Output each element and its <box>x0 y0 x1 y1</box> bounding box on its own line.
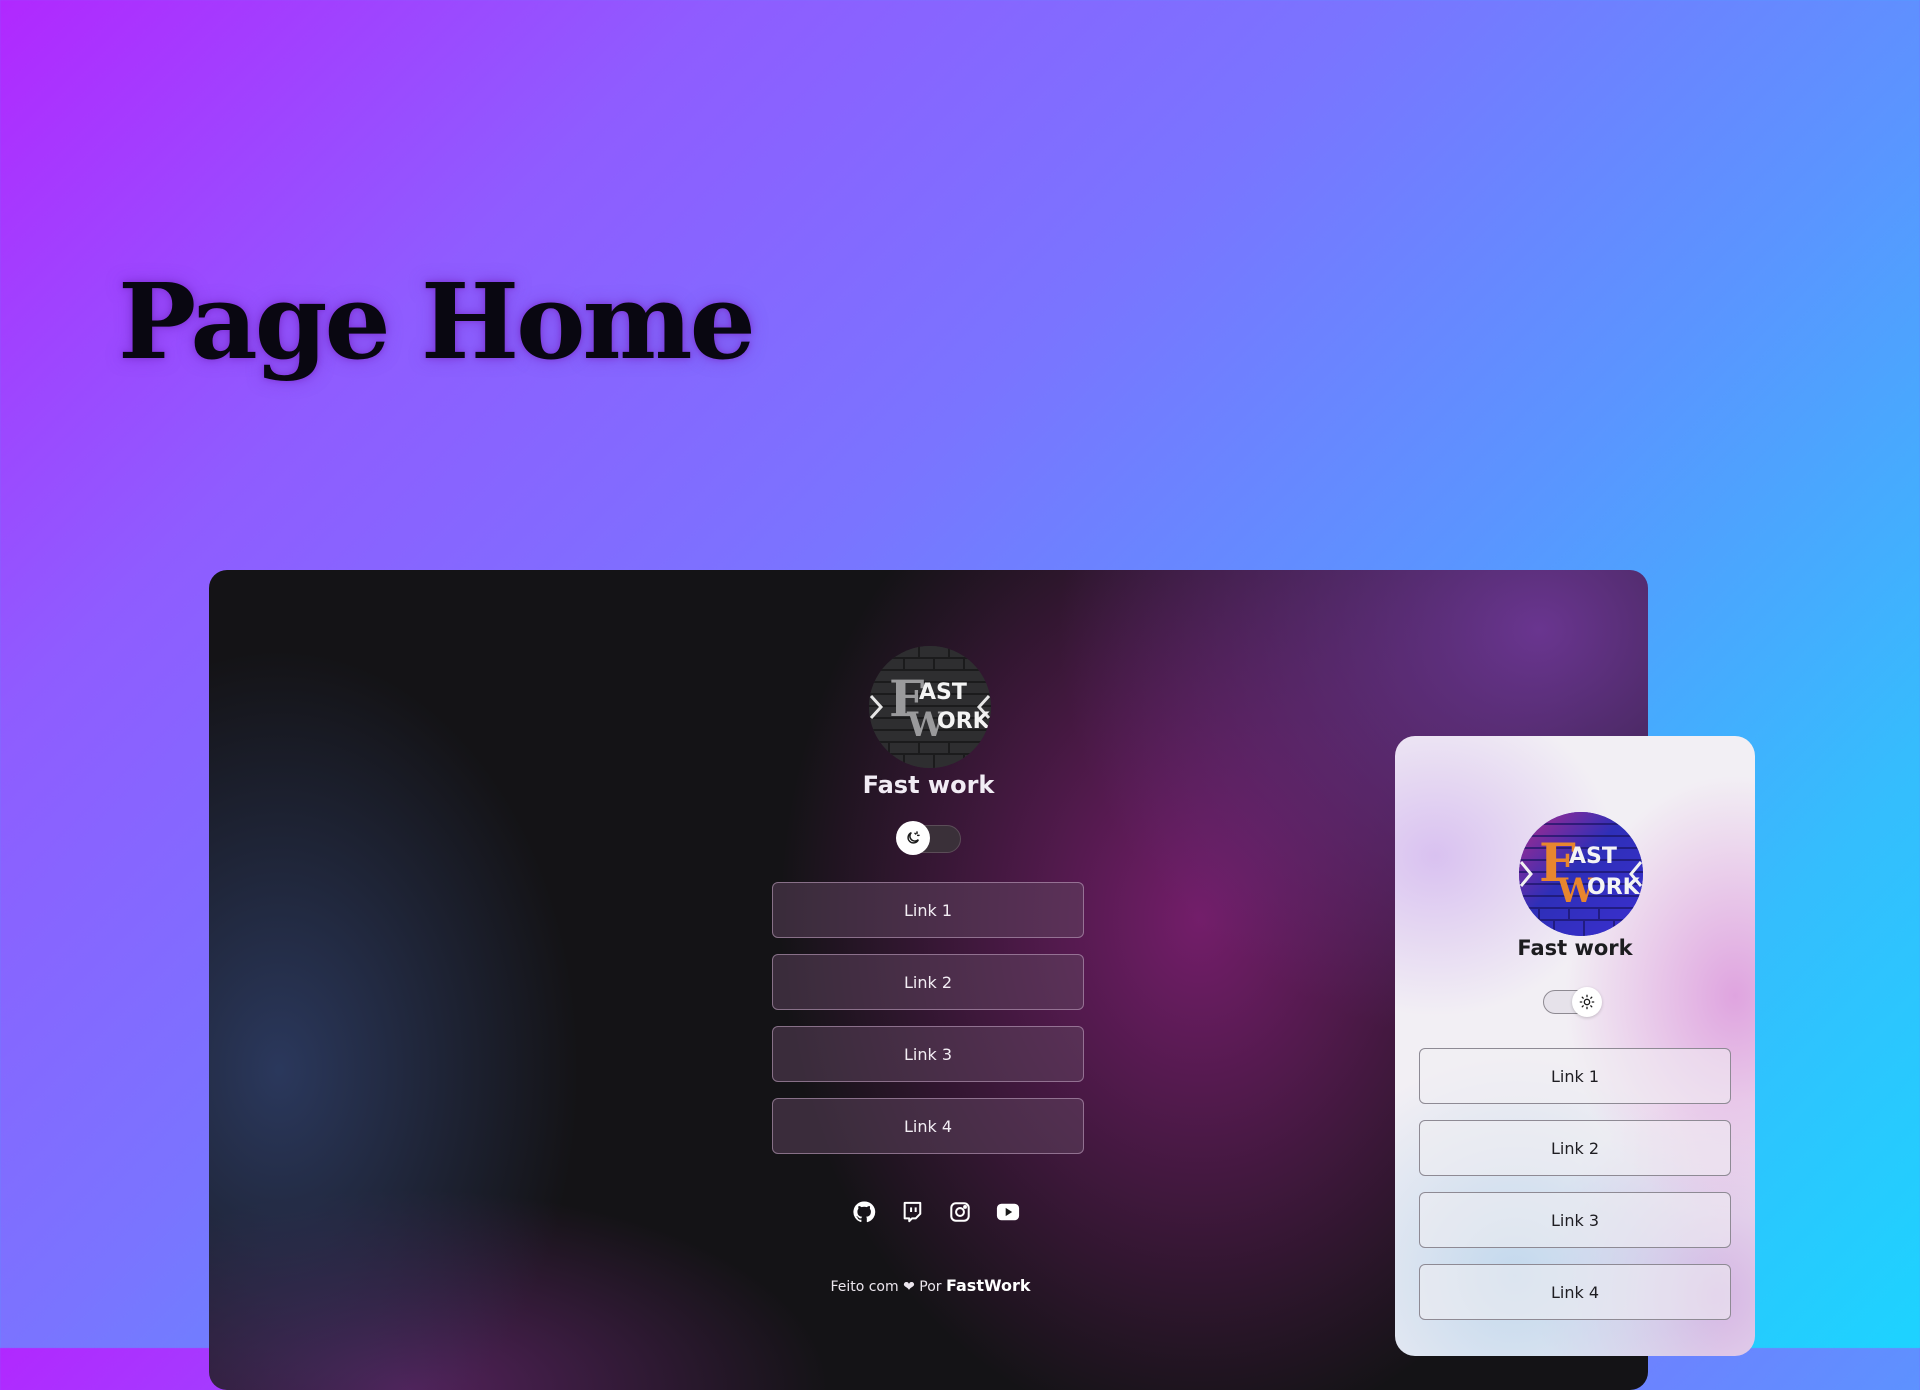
link-button-4[interactable]: Link 4 <box>1419 1264 1731 1320</box>
moon-icon <box>907 831 920 844</box>
footer-by: Por <box>919 1279 942 1295</box>
light-theme-preview: F AST W ORK Fast work Link 1 Link 2 Link… <box>1395 736 1755 1356</box>
link-button-1[interactable]: Link 1 <box>772 882 1084 938</box>
toggle-knob[interactable] <box>1572 987 1602 1017</box>
youtube-icon[interactable] <box>996 1200 1020 1224</box>
logo-text-bottom: ORK <box>937 709 990 734</box>
github-icon[interactable] <box>852 1200 876 1224</box>
heart-icon: ❤ <box>903 1279 915 1295</box>
link-button-3[interactable]: Link 3 <box>1419 1192 1731 1248</box>
link-button-4[interactable]: Link 4 <box>772 1098 1084 1154</box>
link-button-3[interactable]: Link 3 <box>772 1026 1084 1082</box>
instagram-icon[interactable] <box>948 1200 972 1224</box>
avatar: F AST W ORK <box>869 646 991 768</box>
logo-text-top: AST <box>919 680 967 705</box>
link-button-2[interactable]: Link 2 <box>1419 1120 1731 1176</box>
twitch-icon[interactable] <box>900 1200 924 1224</box>
logo-text-bottom: ORK <box>1587 875 1640 900</box>
link-button-2[interactable]: Link 2 <box>772 954 1084 1010</box>
toggle-knob[interactable] <box>896 821 930 855</box>
logo-text-top: AST <box>1569 844 1617 869</box>
theme-toggle[interactable] <box>1543 987 1602 1017</box>
sun-icon <box>1579 994 1595 1010</box>
footer-prefix: Feito com <box>830 1279 899 1295</box>
avatar: F AST W ORK <box>1519 812 1643 936</box>
theme-toggle[interactable] <box>896 821 961 855</box>
link-button-1[interactable]: Link 1 <box>1419 1048 1731 1104</box>
footer-brand-link[interactable]: FastWork <box>946 1276 1031 1295</box>
page-title: Page Home <box>118 260 756 383</box>
profile-name: Fast work <box>1517 936 1633 960</box>
